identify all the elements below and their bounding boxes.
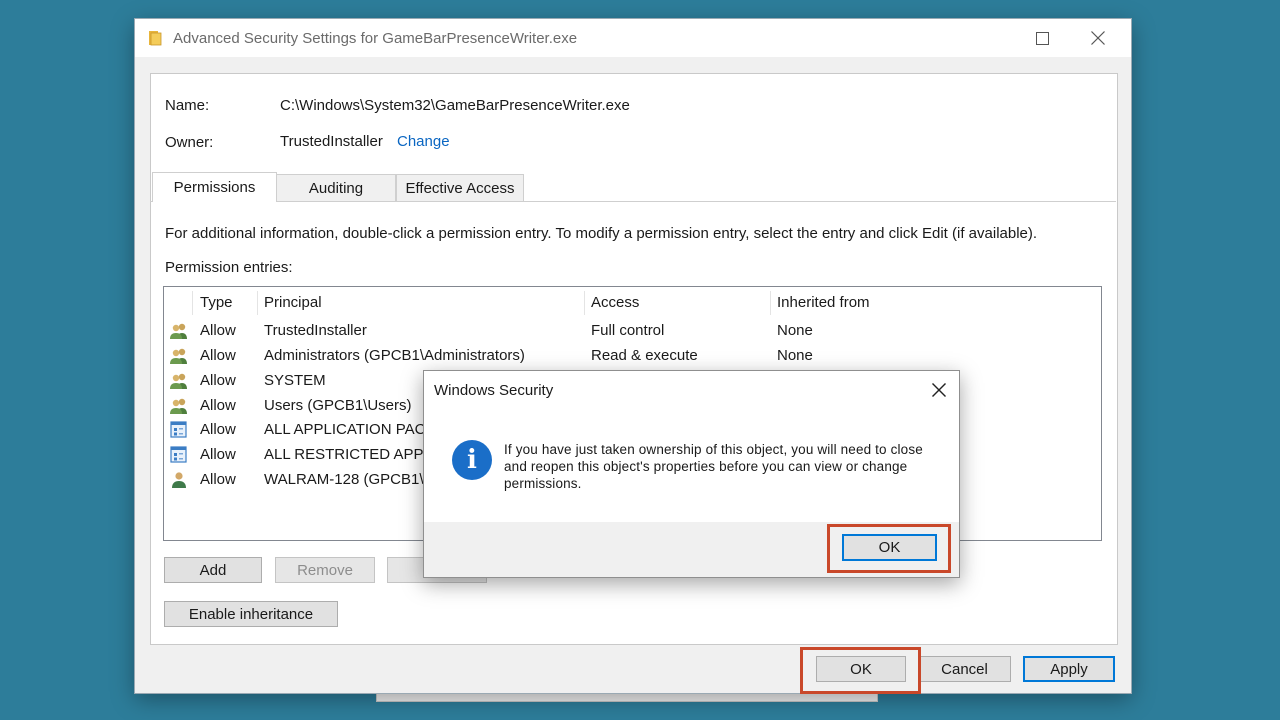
row-type: Allow bbox=[200, 347, 236, 364]
remove-button[interactable]: Remove bbox=[275, 557, 375, 583]
row-principal: WALRAM-128 (GPCB1\ bbox=[264, 471, 424, 488]
window-title: Advanced Security Settings for GameBarPr… bbox=[173, 30, 578, 47]
group-users-icon bbox=[170, 373, 187, 389]
name-label: Name: bbox=[165, 97, 210, 114]
row-type: Allow bbox=[200, 322, 236, 339]
info-text: For additional information, double-click… bbox=[165, 225, 1038, 242]
group-users-icon bbox=[170, 323, 187, 339]
dialog-close-button[interactable] bbox=[926, 377, 952, 403]
close-button[interactable] bbox=[1075, 19, 1121, 57]
title-bar[interactable]: Advanced Security Settings for GameBarPr… bbox=[135, 19, 1131, 57]
row-principal: TrustedInstaller bbox=[264, 322, 367, 339]
owner-label: Owner: bbox=[165, 134, 214, 151]
advanced-security-window: Advanced Security Settings for GameBarPr… bbox=[135, 19, 1131, 694]
maximize-button[interactable] bbox=[1019, 19, 1065, 57]
tab-auditing[interactable]: Auditing bbox=[276, 174, 396, 201]
column-separator bbox=[257, 291, 258, 315]
minimize-button[interactable] bbox=[963, 19, 1009, 57]
app-package-icon bbox=[170, 421, 187, 438]
tab-divider bbox=[150, 201, 1116, 202]
column-header-inherited-from[interactable]: Inherited from bbox=[777, 294, 870, 311]
owner-value: TrustedInstaller bbox=[280, 133, 383, 150]
cancel-button[interactable]: Cancel bbox=[918, 656, 1011, 682]
row-type: Allow bbox=[200, 471, 236, 488]
column-header-principal[interactable]: Principal bbox=[264, 294, 322, 311]
column-separator bbox=[584, 291, 585, 315]
row-type: Allow bbox=[200, 446, 236, 463]
row-type: Allow bbox=[200, 397, 236, 414]
group-users-icon bbox=[170, 398, 187, 414]
row-access: Read & execute bbox=[591, 347, 698, 364]
maximize-icon bbox=[1035, 31, 1049, 45]
add-button[interactable]: Add bbox=[164, 557, 262, 583]
group-users-icon bbox=[170, 348, 187, 364]
apply-button[interactable]: Apply bbox=[1023, 656, 1115, 682]
column-header-type[interactable]: Type bbox=[200, 294, 233, 311]
close-icon bbox=[932, 383, 946, 397]
folder-icon bbox=[149, 31, 162, 46]
row-inherited: None bbox=[777, 322, 813, 339]
table-row[interactable]: Allow Administrators (GPCB1\Administrato… bbox=[164, 344, 1101, 368]
ok-button-highlight bbox=[800, 647, 921, 694]
change-owner-link[interactable]: Change bbox=[397, 133, 450, 150]
row-principal: ALL APPLICATION PAC bbox=[264, 421, 426, 438]
column-separator bbox=[192, 291, 193, 315]
table-row[interactable]: Allow TrustedInstaller Full control None bbox=[164, 319, 1101, 343]
app-package-icon bbox=[170, 446, 187, 463]
info-icon: i bbox=[452, 440, 492, 480]
minimize-icon bbox=[980, 37, 992, 39]
windows-security-dialog: Windows Security i If you have just take… bbox=[423, 370, 960, 578]
object-name-value: C:\Windows\System32\GameBarPresenceWrite… bbox=[280, 97, 630, 114]
permission-entries-label: Permission entries: bbox=[165, 259, 293, 276]
close-icon bbox=[1091, 31, 1105, 45]
dialog-ok-highlight bbox=[827, 524, 951, 573]
user-icon bbox=[172, 472, 186, 488]
dialog-title: Windows Security bbox=[434, 382, 554, 399]
row-principal: SYSTEM bbox=[264, 372, 326, 389]
dialog-message: If you have just taken ownership of this… bbox=[504, 442, 923, 491]
tab-effective-access[interactable]: Effective Access bbox=[396, 174, 524, 201]
enable-inheritance-button[interactable]: Enable inheritance bbox=[164, 601, 338, 627]
row-type: Allow bbox=[200, 372, 236, 389]
tab-permissions[interactable]: Permissions bbox=[152, 172, 277, 202]
column-header-access[interactable]: Access bbox=[591, 294, 639, 311]
row-access: Full control bbox=[591, 322, 665, 339]
row-inherited: None bbox=[777, 347, 813, 364]
row-principal: Administrators (GPCB1\Administrators) bbox=[264, 347, 525, 364]
column-separator bbox=[770, 291, 771, 315]
row-type: Allow bbox=[200, 421, 236, 438]
row-principal: Users (GPCB1\Users) bbox=[264, 397, 412, 414]
row-principal: ALL RESTRICTED APPLI bbox=[264, 446, 437, 463]
